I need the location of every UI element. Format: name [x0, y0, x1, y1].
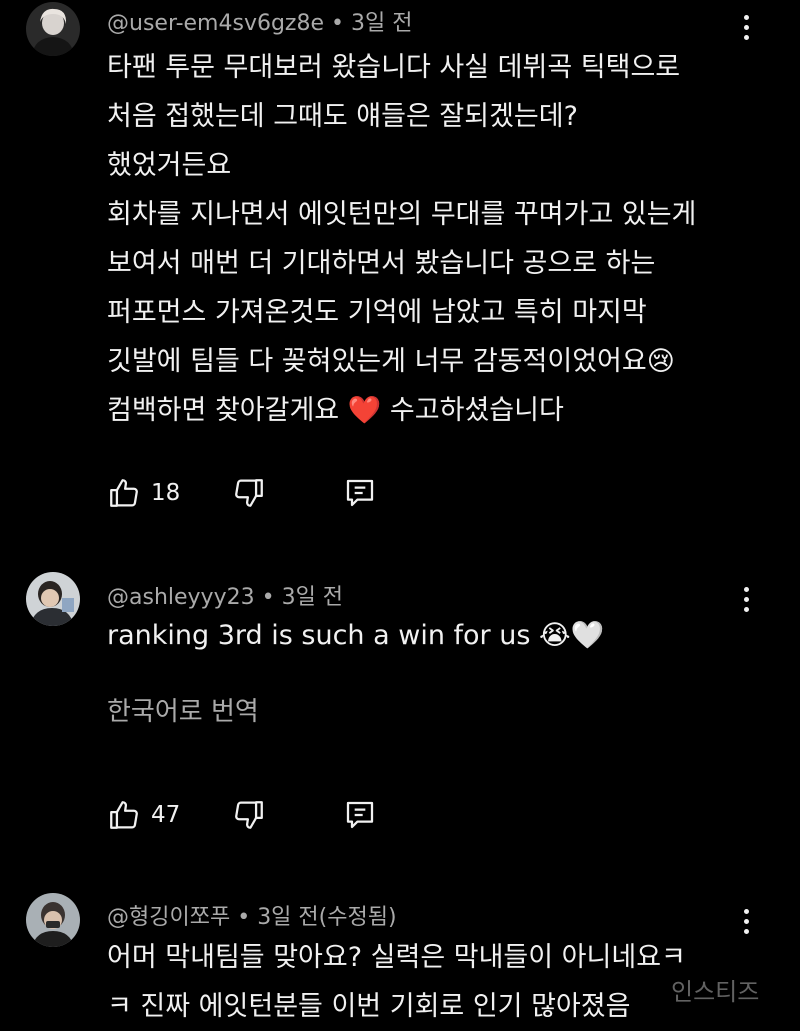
comment-actions: 18 [0, 473, 800, 513]
dislike-button[interactable] [232, 795, 266, 835]
comment-meta: @형깅이쪼푸 • 3일 전(수정됨) [107, 899, 397, 931]
more-vert-icon [743, 908, 749, 914]
comment-line: 깃발에 팀들 다 꽂혀있는게 너무 감동적이었어요😢 [107, 346, 675, 377]
author-name[interactable]: @ashleyyy23 [107, 585, 255, 610]
meta-separator: • [331, 11, 351, 36]
comment-text: 타팬 투문 무대보러 왔습니다 사실 데뷔곡 틱택으로 처음 접했는데 그때도 … [107, 43, 696, 435]
avatar-image-icon [26, 572, 80, 626]
avatar-image-icon [26, 893, 80, 947]
watermark-text: 인스티즈 [671, 978, 760, 1006]
comment-line: 보여서 매번 더 기대하면서 봤습니다 공으로 하는 [107, 248, 656, 279]
more-vert-icon [743, 586, 749, 592]
author-name[interactable]: @형깅이쪼푸 [107, 905, 230, 930]
thumbs-up-icon [110, 801, 138, 829]
comment-actions: 47 [0, 795, 800, 835]
dot [743, 606, 749, 612]
like-count: 47 [151, 802, 181, 828]
comment-line: ranking 3rd is such a win for us 😭🤍 [107, 620, 605, 651]
comment-line: 처음 접했는데 그때도 얘들은 잘되겠는데? [107, 101, 578, 132]
thumbs-down-icon [235, 479, 263, 507]
comment-time: 3일 전(수정됨) [257, 905, 397, 930]
avatar[interactable] [26, 572, 80, 626]
comment-line: 했었거든요 [107, 150, 232, 181]
avatar[interactable] [26, 2, 80, 56]
comment-time: 3일 전 [351, 11, 413, 36]
meta-separator: • [237, 905, 258, 930]
author-name[interactable]: @user-em4sv6gz8e [107, 11, 324, 36]
comment-line: 퍼포먼스 가져온것도 기억에 남았고 특히 마지막 [107, 297, 647, 328]
dot [743, 918, 749, 924]
comment-meta: @user-em4sv6gz8e • 3일 전 [107, 5, 412, 37]
meta-separator: • [261, 585, 282, 610]
reply-icon [346, 479, 374, 507]
comment-text: 어머 막내팀들 맞아요? 실력은 막내들이 아니네요ㅋ ㅋ 진짜 에잇턴분들 이… [107, 933, 686, 1031]
avatar-image-icon [26, 2, 80, 56]
comment-line: 회차를 지나면서 에잇턴만의 무대를 꾸며가고 있는게 [107, 199, 697, 230]
dot [743, 24, 749, 30]
dot [743, 34, 749, 40]
like-button[interactable]: 18 [107, 473, 180, 513]
thumbs-down-icon [235, 801, 263, 829]
dot [743, 596, 749, 602]
comment-line: 타팬 투문 무대보러 왔습니다 사실 데뷔곡 틱택으로 [107, 52, 681, 83]
comment-line: 컴백하면 찾아갈게요 ❤️ 수고하셨습니다 [107, 395, 564, 426]
more-options-button[interactable] [733, 904, 759, 938]
reply-button[interactable] [344, 795, 376, 835]
avatar[interactable] [26, 893, 80, 947]
reply-icon [346, 801, 374, 829]
dislike-button[interactable] [232, 473, 266, 513]
more-options-button[interactable] [733, 10, 759, 44]
comment-meta: @ashleyyy23 • 3일 전 [107, 579, 343, 611]
reply-button[interactable] [344, 473, 376, 513]
dot [743, 928, 749, 934]
thumbs-up-icon [110, 479, 138, 507]
comment-line: ㅋ 진짜 에잇턴분들 이번 기회로 인기 많아졌음 [107, 991, 631, 1022]
comment-line: 어머 막내팀들 맞아요? 실력은 막내들이 아니네요ㅋ [107, 942, 686, 973]
more-options-button[interactable] [733, 582, 759, 616]
more-vert-icon [743, 14, 749, 20]
like-count: 18 [151, 480, 181, 506]
translate-link[interactable]: 한국어로 번역 [107, 691, 259, 728]
comment-text: ranking 3rd is such a win for us 😭🤍 [107, 611, 604, 660]
like-button[interactable]: 47 [107, 795, 180, 835]
comment-time: 3일 전 [281, 585, 344, 610]
